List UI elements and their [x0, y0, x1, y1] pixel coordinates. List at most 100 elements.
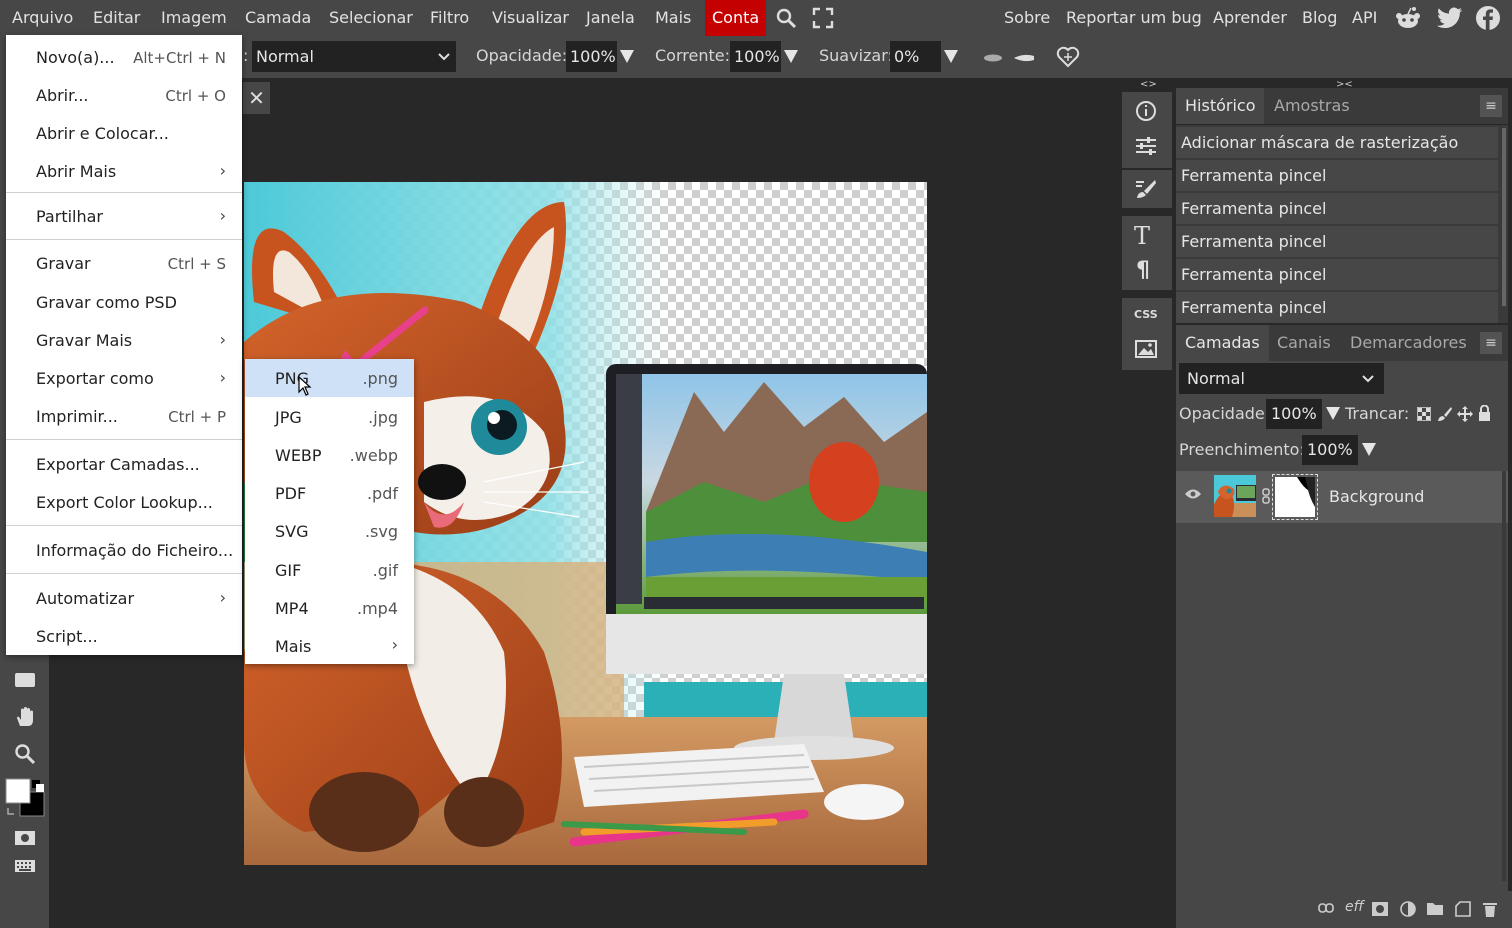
reddit-icon[interactable] [1395, 6, 1421, 30]
hand-icon[interactable] [14, 706, 36, 728]
brush-soft-icon[interactable] [982, 53, 1004, 63]
smooth-input[interactable]: 0% [890, 41, 941, 72]
link-layers-icon[interactable] [1318, 903, 1334, 913]
keyboard-icon[interactable] [14, 859, 36, 873]
eye-icon[interactable] [1185, 488, 1201, 500]
menu-janela[interactable]: Janela [586, 0, 635, 36]
history-entry[interactable]: Ferramenta pincel [1176, 226, 1498, 257]
collapse-arrows-icon[interactable]: <> [1140, 79, 1157, 90]
layer-mask-thumbnail[interactable] [1272, 474, 1318, 520]
menu-selecionar[interactable]: Selecionar [329, 0, 413, 36]
layer-blend-mode-select[interactable]: Normal [1179, 363, 1384, 394]
layer-opacity-input[interactable]: 100% [1266, 399, 1322, 429]
chain-link-icon[interactable] [1262, 488, 1270, 504]
tab-canais[interactable]: Canais [1268, 325, 1340, 361]
menu-item-abrir-colocar[interactable]: Abrir e Colocar... [6, 115, 242, 151]
lock-paint-icon[interactable] [1438, 406, 1452, 422]
image-icon[interactable] [1135, 340, 1157, 358]
link-aprender[interactable]: Aprender [1213, 0, 1287, 36]
menu-item-gravar-mais[interactable]: Gravar Mais › [6, 322, 242, 358]
submenu-item-svg[interactable]: SVG .svg [245, 512, 414, 550]
tab-demarcadores[interactable]: Demarcadores [1341, 325, 1476, 361]
lock-move-icon[interactable] [1457, 406, 1473, 422]
history-entry[interactable]: Ferramenta pincel [1176, 259, 1498, 290]
adjustments-icon[interactable] [1135, 136, 1157, 156]
heart-icon[interactable] [1056, 46, 1080, 68]
layer-opacity-dropdown-icon[interactable] [1326, 407, 1340, 420]
close-document-icon[interactable]: ✕ [243, 82, 270, 114]
opacity-input[interactable]: 100% [566, 41, 617, 72]
menu-editar[interactable]: Editar [93, 0, 140, 36]
submenu-item-pdf[interactable]: PDF .pdf [245, 474, 414, 512]
menu-camada[interactable]: Camada [245, 0, 311, 36]
menu-arquivo[interactable]: Arquivo [12, 0, 73, 36]
submenu-item-png[interactable]: PNG .png [245, 359, 414, 397]
submenu-item-webp[interactable]: WEBP .webp [245, 436, 414, 474]
fullscreen-icon[interactable] [812, 7, 834, 29]
fill-input[interactable]: 100% [1302, 435, 1358, 465]
menu-item-export-color-lookup[interactable]: Export Color Lookup... [6, 484, 242, 520]
brush-hard-icon[interactable] [1012, 53, 1036, 63]
quick-mask-icon[interactable] [14, 830, 36, 846]
menu-item-gravar-psd[interactable]: Gravar como PSD [6, 284, 242, 320]
facebook-icon[interactable] [1475, 5, 1501, 31]
menu-item-gravar[interactable]: Gravar Ctrl + S [6, 245, 242, 281]
menu-item-partilhar[interactable]: Partilhar › [6, 198, 242, 234]
layer-row[interactable]: Background [1176, 471, 1508, 523]
blend-mode-select[interactable]: Normal [252, 41, 456, 72]
menu-item-exportar-como[interactable]: Exportar como › [6, 360, 242, 396]
adjustment-layer-icon[interactable] [1400, 901, 1416, 917]
twitter-icon[interactable] [1437, 7, 1463, 29]
folder-icon[interactable] [1427, 901, 1443, 915]
history-panel-menu-icon[interactable]: ≡ [1480, 95, 1502, 117]
menu-mais[interactable]: Mais [655, 0, 691, 36]
trash-icon[interactable] [1482, 901, 1498, 917]
submenu-item-mp4[interactable]: MP4 .mp4 [245, 589, 414, 627]
layer-effects-icon[interactable]: eff [1345, 899, 1364, 915]
zoom-icon[interactable] [14, 743, 36, 765]
menu-item-informacao-ficheiro[interactable]: Informação do Ficheiro... [6, 532, 242, 568]
tab-historico[interactable]: Histórico [1176, 88, 1265, 124]
link-api[interactable]: API [1352, 0, 1377, 36]
layer-name[interactable]: Background [1329, 487, 1424, 506]
color-swatches[interactable] [4, 778, 48, 822]
menu-filtro[interactable]: Filtro [430, 0, 469, 36]
css-icon[interactable]: CSS [1134, 308, 1158, 321]
lock-all-icon[interactable] [1478, 405, 1491, 421]
history-entry[interactable]: Ferramenta pincel [1176, 160, 1498, 191]
smooth-dropdown-icon[interactable] [944, 50, 958, 63]
link-sobre[interactable]: Sobre [1004, 0, 1050, 36]
menu-item-script[interactable]: Script... [6, 618, 242, 654]
submenu-item-mais[interactable]: Mais › [245, 627, 414, 665]
opacity-dropdown-icon[interactable] [620, 50, 634, 63]
layers-scrollbar[interactable] [1502, 471, 1506, 881]
submenu-item-jpg[interactable]: JPG .jpg [245, 398, 414, 436]
layers-panel-menu-icon[interactable]: ≡ [1480, 332, 1502, 354]
add-mask-icon[interactable] [1372, 902, 1388, 916]
brush-settings-icon[interactable] [1135, 178, 1157, 200]
history-scrollbar[interactable] [1502, 128, 1506, 306]
character-icon[interactable]: T [1134, 222, 1150, 250]
history-entry[interactable]: Adicionar máscara de rasterização [1176, 127, 1498, 158]
menu-item-imprimir[interactable]: Imprimir... Ctrl + P [6, 398, 242, 434]
menu-item-automatizar[interactable]: Automatizar › [6, 580, 242, 616]
menu-item-abrir-mais[interactable]: Abrir Mais › [6, 153, 242, 189]
menu-imagem[interactable]: Imagem [161, 0, 227, 36]
flow-dropdown-icon[interactable] [784, 50, 798, 63]
fill-dropdown-icon[interactable] [1362, 443, 1376, 456]
flow-input[interactable]: 100% [730, 41, 781, 72]
paragraph-icon[interactable]: ¶ [1136, 258, 1150, 283]
tab-amostras[interactable]: Amostras [1265, 88, 1359, 124]
search-icon[interactable] [775, 7, 797, 29]
history-entry[interactable]: Ferramenta pincel [1176, 193, 1498, 224]
menu-item-exportar-camadas[interactable]: Exportar Camadas... [6, 446, 242, 482]
lock-transparency-icon[interactable] [1417, 407, 1431, 421]
history-entry[interactable]: Ferramenta pincel [1176, 292, 1498, 323]
tab-camadas[interactable]: Camadas [1176, 325, 1269, 361]
link-blog[interactable]: Blog [1302, 0, 1337, 36]
submenu-item-gif[interactable]: GIF .gif [245, 551, 414, 589]
account-button[interactable]: Conta [705, 0, 767, 36]
link-reportar-bug[interactable]: Reportar um bug [1066, 0, 1202, 36]
info-icon[interactable] [1135, 100, 1157, 122]
new-layer-icon[interactable] [1455, 901, 1471, 917]
